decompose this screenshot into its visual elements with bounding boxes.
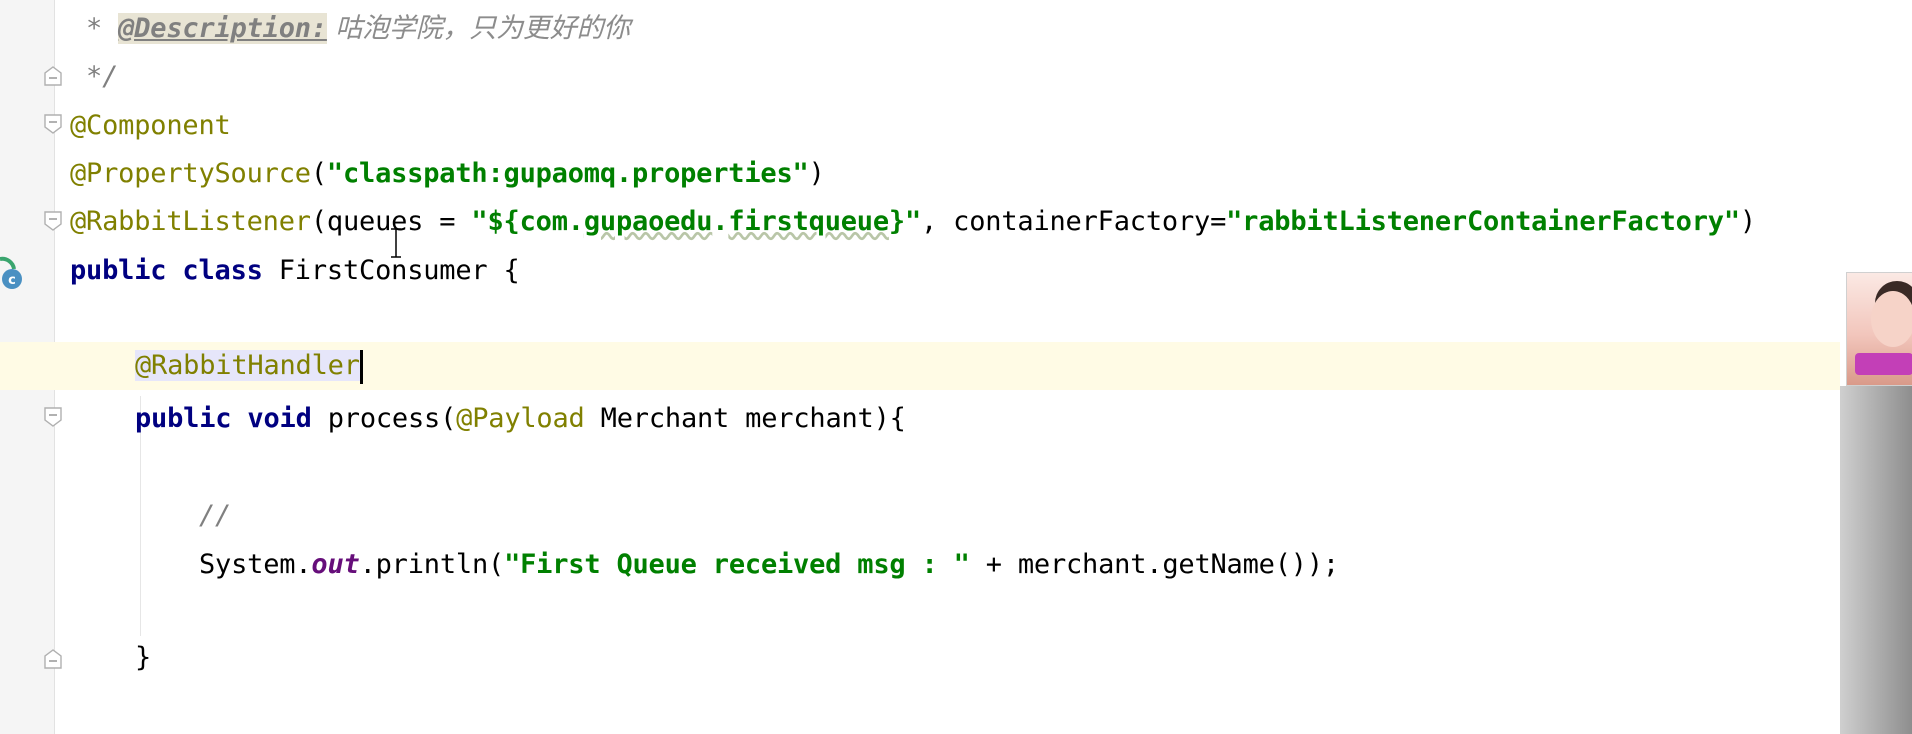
equals-sign: = bbox=[423, 206, 472, 237]
code-line-rabbit-handler[interactable]: @RabbitHandler bbox=[135, 342, 363, 390]
println-rest: + merchant.getName()); bbox=[969, 549, 1339, 580]
property-source-annotation: @PropertySource bbox=[70, 158, 311, 189]
fold-start-icon[interactable] bbox=[42, 406, 64, 428]
comma: , bbox=[921, 206, 954, 237]
paren-close: ) bbox=[1739, 206, 1756, 237]
container-factory-param: containerFactory bbox=[953, 206, 1211, 237]
webcam-badge bbox=[1855, 353, 1912, 375]
fold-start-icon[interactable] bbox=[42, 210, 64, 232]
out-field: out bbox=[311, 549, 360, 580]
paren-brace: ){ bbox=[873, 403, 906, 434]
paren-open: ( bbox=[310, 158, 327, 189]
paren-open: ( bbox=[440, 403, 457, 434]
queues-param: queues bbox=[326, 206, 424, 237]
text-caret bbox=[359, 349, 363, 384]
rabbit-handler-annotation: @RabbitHandler bbox=[135, 350, 360, 381]
method-parameter: Merchant merchant bbox=[584, 403, 874, 434]
public-keyword: public bbox=[135, 403, 232, 434]
code-line-rabbit-listener[interactable]: @RabbitListener(queues = "${com.gupaoedu… bbox=[70, 198, 1756, 246]
side-panel-background bbox=[1840, 386, 1912, 734]
code-line-class-declaration[interactable]: public class FirstConsumer { bbox=[70, 247, 520, 295]
fold-end-icon[interactable] bbox=[42, 65, 64, 87]
code-line-println[interactable]: System.out.println("First Queue received… bbox=[199, 541, 1339, 589]
code-line-component[interactable]: @Component bbox=[70, 102, 231, 150]
quote-open: " bbox=[471, 206, 488, 237]
equals-sign: = bbox=[1210, 206, 1227, 237]
svg-text:c: c bbox=[8, 273, 16, 288]
javadoc-tag: @Description: bbox=[118, 13, 327, 44]
doc-description-text: 咕泡学院，只为更好的你 bbox=[326, 13, 631, 44]
component-annotation: @Component bbox=[70, 110, 231, 141]
fold-start-icon[interactable] bbox=[42, 113, 64, 135]
paren-close: ) bbox=[808, 158, 825, 189]
class-keyword: class bbox=[182, 255, 263, 286]
brace-close: } bbox=[135, 642, 152, 673]
placeholder-part: . bbox=[712, 206, 729, 237]
code-line-doc-description[interactable]: * @Description: 咕泡学院，只为更好的你 bbox=[70, 5, 630, 53]
println-call: .println( bbox=[359, 549, 505, 580]
code-line-comment[interactable]: // bbox=[199, 492, 231, 540]
void-keyword: void bbox=[247, 403, 312, 434]
text-cursor-icon bbox=[389, 226, 403, 260]
placeholder-part: gupaoedu bbox=[583, 206, 713, 237]
println-string: "First Queue received msg : " bbox=[504, 549, 970, 580]
doc-comment-end: */ bbox=[70, 61, 119, 92]
code-line-property-source[interactable]: @PropertySource("classpath:gupaomq.prope… bbox=[70, 150, 825, 198]
public-keyword: public bbox=[70, 255, 167, 286]
code-line-method-declaration[interactable]: public void process(@Payload Merchant me… bbox=[135, 395, 906, 443]
paren-open: ( bbox=[310, 206, 327, 237]
webcam-person-face bbox=[1871, 291, 1912, 347]
brace-open: { bbox=[487, 255, 520, 286]
code-line-method-close[interactable]: } bbox=[135, 634, 151, 682]
webcam-overlay bbox=[1846, 272, 1912, 386]
fold-end-icon[interactable] bbox=[42, 648, 64, 670]
container-factory-value: "rabbitListenerContainerFactory" bbox=[1226, 206, 1740, 237]
payload-annotation: @Payload bbox=[456, 403, 585, 434]
placeholder-part: com. bbox=[519, 206, 584, 237]
system-class: System. bbox=[199, 549, 312, 580]
placeholder-open: ${ bbox=[487, 206, 520, 237]
doc-comment-prefix: * bbox=[70, 13, 119, 44]
method-name: process bbox=[327, 403, 441, 434]
code-editor[interactable]: c * @Description: 咕泡学院，只为更好的你 */ @Compon… bbox=[0, 0, 1840, 734]
quote-close: " bbox=[904, 206, 922, 237]
class-icon[interactable]: c bbox=[0, 255, 26, 295]
rabbit-listener-annotation: @RabbitListener bbox=[70, 206, 311, 237]
placeholder-part: firstqueue bbox=[728, 206, 889, 237]
class-name: FirstConsumer bbox=[278, 255, 488, 286]
code-line-doc-end[interactable]: */ bbox=[70, 53, 118, 101]
property-source-value: "classpath:gupaomq.properties" bbox=[326, 158, 809, 189]
line-comment: // bbox=[199, 500, 232, 531]
placeholder-close: } bbox=[888, 206, 905, 237]
